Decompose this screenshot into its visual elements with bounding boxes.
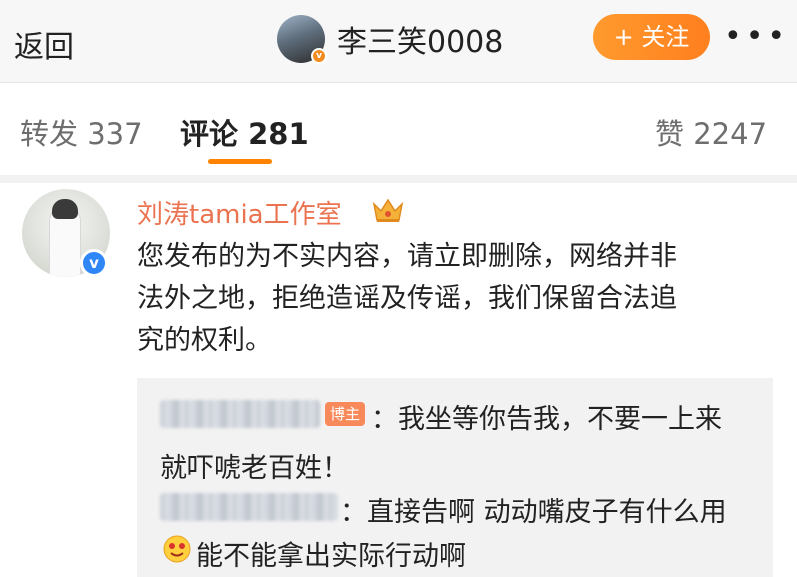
comment-author-name[interactable]: 刘涛tamia工作室	[137, 194, 342, 231]
reply-text: 就吓唬老百姓！	[160, 453, 349, 484]
tab-likes[interactable]: 赞 2247	[655, 111, 767, 153]
blurred-username	[160, 400, 320, 428]
verified-icon: v	[311, 48, 327, 64]
follow-button[interactable]: + 关注	[593, 14, 710, 60]
reply-text: 能不能拿出实际行动啊	[196, 541, 466, 572]
comment-text: 您发布的为不实内容，请立即删除，网络并非 法外之地，拒绝造谣及传谣，我们保留合法…	[137, 236, 779, 362]
nav-author[interactable]: v 李三笑0008	[277, 14, 503, 64]
divider	[0, 175, 797, 183]
tab-bar: 转发 337 评论 281 赞 2247	[0, 83, 797, 175]
verified-icon: v	[80, 249, 108, 277]
crown-icon	[372, 198, 404, 222]
comment-line: 法外之地，拒绝造谣及传谣，我们保留合法追	[137, 283, 677, 314]
blurred-username	[160, 493, 338, 521]
active-tab-indicator	[208, 159, 272, 164]
nav-author-name[interactable]: 李三笑0008	[337, 17, 503, 61]
reply-text: ：直接告啊 动动嘴皮子有什么用	[340, 497, 727, 528]
tab-comments[interactable]: 评论 281	[180, 111, 309, 153]
top-nav: 返回 v 李三笑0008 + 关注 •••	[0, 0, 797, 83]
comment-line: 您发布的为不实内容，请立即删除，网络并非	[137, 241, 677, 272]
comment-line: 究的权利。	[137, 325, 272, 356]
host-badge: 博主	[325, 402, 365, 426]
tab-reposts[interactable]: 转发 337	[20, 111, 143, 153]
more-icon[interactable]: •••	[724, 22, 785, 52]
avatar[interactable]: v	[277, 15, 327, 64]
reply-text: ：我坐等你告我，不要一上来	[371, 404, 722, 435]
emoji-icon	[163, 535, 191, 563]
back-button[interactable]: 返回	[14, 22, 74, 66]
